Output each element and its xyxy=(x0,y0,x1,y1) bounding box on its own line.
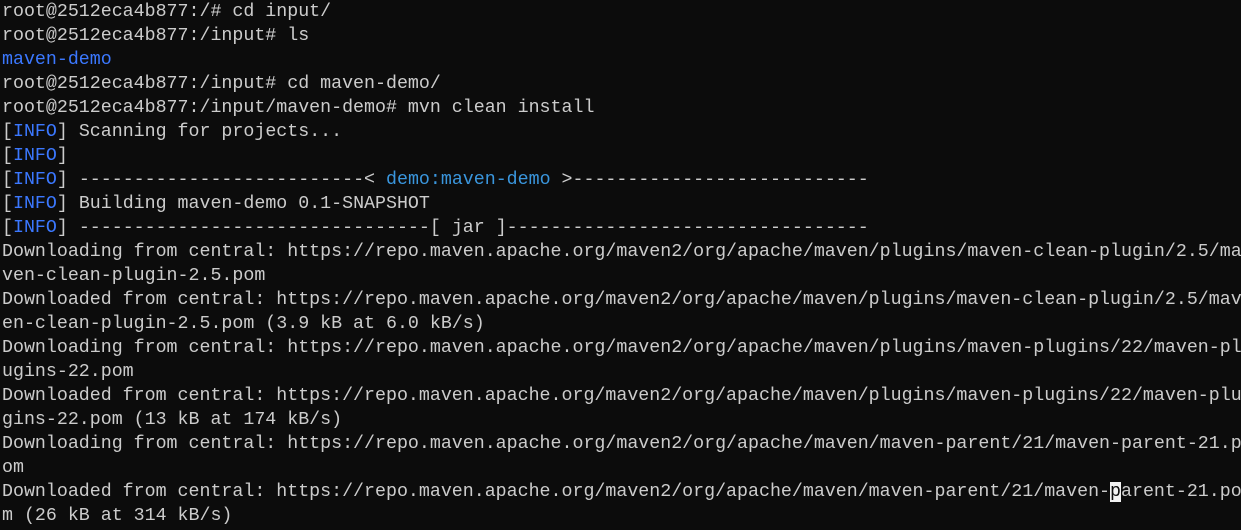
terminal-line: m (26 kB at 314 kB/s) xyxy=(2,504,1241,528)
terminal-text: [ xyxy=(2,218,13,238)
terminal-text: demo:maven-demo xyxy=(386,170,551,190)
terminal-text: >--------------------------- xyxy=(550,170,869,190)
terminal-line: Downloaded from central: https://repo.ma… xyxy=(2,480,1241,504)
terminal-line: maven-demo xyxy=(2,48,1241,72)
terminal-text: ] xyxy=(56,146,68,166)
terminal-line: root@2512eca4b877:/input# ls xyxy=(2,24,1241,48)
terminal-text: ] Scanning for projects... xyxy=(56,122,343,142)
terminal-text: [ xyxy=(2,194,13,214)
log-level-info: INFO xyxy=(12,146,57,166)
log-level-info: INFO xyxy=(12,194,57,214)
terminal-text: root@2512eca4b877:/input# ls xyxy=(2,26,310,46)
terminal-text: root@2512eca4b877:/input# cd maven-demo/ xyxy=(2,74,441,94)
log-level-info: INFO xyxy=(12,122,57,142)
terminal-text: [ xyxy=(2,122,13,142)
terminal-text: Downloaded from central: https://repo.ma… xyxy=(2,386,1241,406)
terminal-text: Downloaded from central: https://repo.ma… xyxy=(2,482,1111,502)
terminal-line: ugins-22.pom xyxy=(2,360,1241,384)
terminal-text: ] --------------------------------[ jar … xyxy=(56,218,869,238)
terminal-line: Downloading from central: https://repo.m… xyxy=(2,336,1241,360)
terminal-line: [INFO] --------------------------< demo:… xyxy=(2,168,1241,192)
terminal-line: Downloaded from central: https://repo.ma… xyxy=(2,384,1241,408)
terminal-line: [INFO] Building maven-demo 0.1-SNAPSHOT xyxy=(2,192,1241,216)
terminal-text: ven-clean-plugin-2.5.pom xyxy=(2,266,266,286)
log-level-info: INFO xyxy=(12,218,57,238)
terminal-line: Downloaded from central: https://repo.ma… xyxy=(2,288,1241,312)
terminal-line: en-clean-plugin-2.5.pom (3.9 kB at 6.0 k… xyxy=(2,312,1241,336)
terminal-output[interactable]: root@2512eca4b877:/# cd input/root@2512e… xyxy=(2,0,1241,530)
terminal-text: Downloading from central: https://repo.m… xyxy=(2,338,1241,358)
terminal-text: Downloading from central: https://repo.m… xyxy=(2,434,1241,454)
terminal-text: root@2512eca4b877:/# cd input/ xyxy=(2,2,332,22)
terminal-text: [ xyxy=(2,146,13,166)
terminal-text: en-clean-plugin-2.5.pom (3.9 kB at 6.0 k… xyxy=(2,314,485,334)
terminal-line: Downloading from central: https://repo.m… xyxy=(2,240,1241,264)
terminal-text: ugins-22.pom xyxy=(2,362,134,382)
terminal-line: [INFO] --------------------------------[… xyxy=(2,216,1241,240)
terminal-text: Downloading from central: https://repo.m… xyxy=(2,242,1241,262)
terminal-line: [INFO] xyxy=(2,144,1241,168)
terminal-line: root@2512eca4b877:/# cd input/ xyxy=(2,0,1241,24)
terminal-text: [ xyxy=(2,170,13,190)
terminal-line: [INFO] Scanning for projects... xyxy=(2,120,1241,144)
terminal-text: ] --------------------------< xyxy=(56,170,386,190)
log-level-info: INFO xyxy=(12,170,57,190)
terminal-text: ] Building maven-demo 0.1-SNAPSHOT xyxy=(56,194,430,214)
terminal-text: root@2512eca4b877:/input/maven-demo# mvn… xyxy=(2,98,595,118)
terminal-line: root@2512eca4b877:/input/maven-demo# mvn… xyxy=(2,96,1241,120)
terminal-text: Downloaded from central: https://repo.ma… xyxy=(2,290,1241,310)
terminal-line: gins-22.pom (13 kB at 174 kB/s) xyxy=(2,408,1241,432)
terminal-cursor: p xyxy=(1110,482,1122,502)
terminal-text: om xyxy=(2,458,24,478)
terminal-line: ven-clean-plugin-2.5.pom xyxy=(2,264,1241,288)
terminal-text: gins-22.pom (13 kB at 174 kB/s) xyxy=(2,410,343,430)
terminal-text: m (26 kB at 314 kB/s) xyxy=(2,506,233,526)
terminal-line: Downloading from central: https://repo.m… xyxy=(2,432,1241,456)
terminal-text: maven-demo xyxy=(2,50,112,70)
terminal-text: arent-21.po xyxy=(1121,482,1241,502)
terminal-line: root@2512eca4b877:/input# cd maven-demo/ xyxy=(2,72,1241,96)
terminal-line: om xyxy=(2,456,1241,480)
